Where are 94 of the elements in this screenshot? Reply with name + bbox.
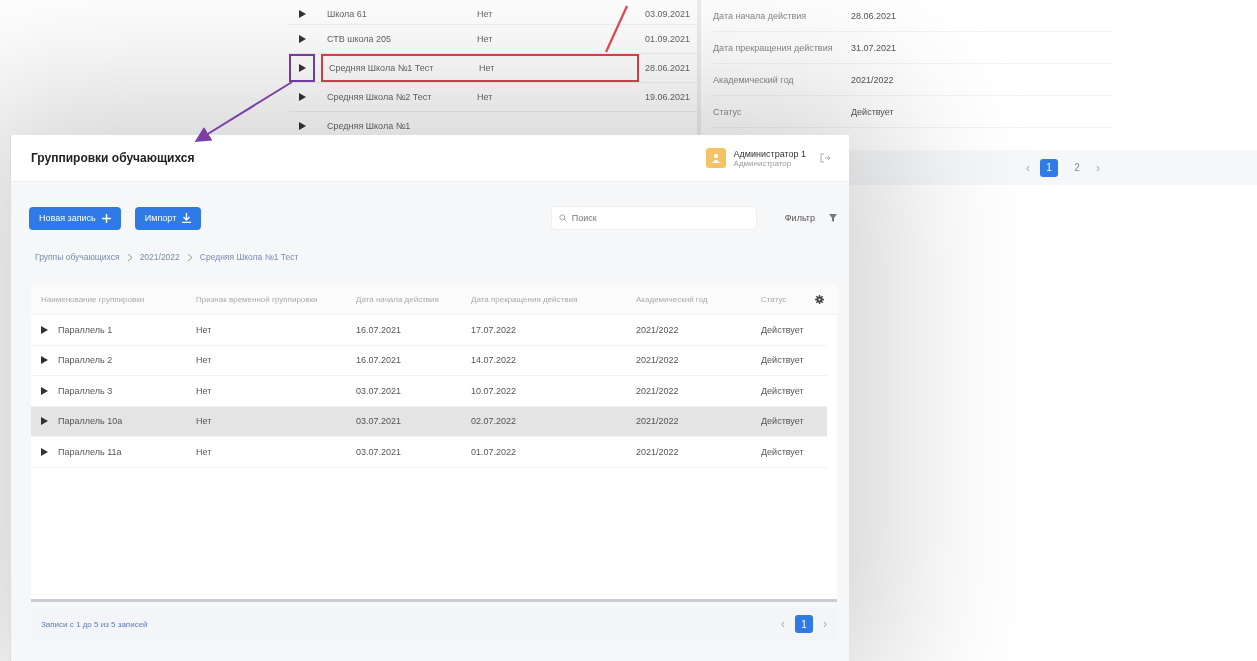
table-cell-text: Средняя Школа №2 Тест [327, 92, 433, 102]
record-count: Записи с 1 до 5 из 5 записей [41, 619, 148, 629]
search-field[interactable]: Поиск [550, 206, 757, 230]
field-value: Действует [851, 106, 895, 117]
download-icon [182, 213, 192, 223]
breadcrumb-separator-icon [187, 253, 192, 261]
table-cell-text: 2021/2022 [636, 416, 680, 427]
table-cell-text: 01.07.2022 [471, 446, 518, 457]
previous-page-button[interactable]: ‹ [781, 617, 785, 631]
next-page-button[interactable]: › [823, 617, 827, 631]
table-cell: Параллель 1 [58, 324, 113, 335]
horizontal-scrollbar[interactable] [31, 599, 837, 602]
table-cell-text: Нет [477, 9, 494, 19]
field-label: Дата начала действия [713, 10, 808, 21]
table-cell: Параллель 2 [58, 355, 113, 366]
next-page-button[interactable]: › [1096, 160, 1100, 175]
table-cell-text: Нет [477, 92, 494, 102]
field-label: Дата прекращения действия [713, 42, 834, 53]
filter-icon[interactable] [829, 214, 837, 222]
table-cell-text: 2021/2022 [636, 324, 680, 335]
expand-arrow-icon[interactable] [41, 386, 48, 395]
table-cell-text: Нет [196, 324, 213, 335]
expand-arrow-icon[interactable] [41, 417, 48, 426]
search-icon [558, 214, 567, 222]
column-header: Наименование группировки [41, 294, 146, 304]
column-header: Статус [761, 294, 788, 304]
table-cell: Параллель 10а [58, 416, 123, 427]
table-cell-text: 16.07.2021 [356, 355, 403, 366]
table-cell: Параллель 11а [58, 446, 122, 457]
column-header: Дата прекращения действия [471, 294, 579, 304]
page-button[interactable]: 1 [1040, 158, 1058, 177]
column-header: Признак временной группировки [196, 294, 319, 304]
table-cell-text: Средняя Школа №1 Тест [329, 63, 435, 73]
page-button[interactable]: 1 [795, 615, 813, 633]
table-cell-text: Средняя Школа №1 [327, 121, 412, 131]
expand-arrow-icon[interactable] [41, 447, 48, 456]
table-cell: Действует [761, 355, 805, 366]
table-cell-text: Нет [477, 34, 494, 44]
table-cell-text: 02.07.2022 [471, 416, 518, 427]
field-label: Статус [713, 106, 743, 117]
user-role: Администратор [733, 158, 792, 168]
table-cell: Параллель 3 [58, 385, 113, 396]
toolbar-button[interactable]: Импорт [134, 206, 202, 230]
table-cell-text: Нет [196, 355, 213, 366]
table-cell-text: СТВ школа 205 [327, 34, 393, 44]
table-cell-text: Нет [479, 63, 496, 73]
plus-icon [101, 213, 111, 223]
table-cell-text: 19.06.2021 [645, 92, 692, 102]
expand-arrow-icon[interactable] [298, 122, 306, 130]
breadcrumb-separator-icon [127, 253, 132, 261]
field-label: Академический год [713, 74, 795, 85]
table-cell-text: 14.07.2022 [471, 355, 518, 366]
table-cell-text: 2021/2022 [636, 446, 680, 457]
table-cell-text: 10.07.2022 [471, 385, 518, 396]
table-cell-text: 03.07.2021 [356, 416, 403, 427]
table-cell-text: 03.09.2021 [645, 9, 692, 19]
expand-arrow-icon[interactable] [298, 35, 306, 43]
field-value: 31.07.2021 [851, 42, 898, 53]
table-cell-text: 2021/2022 [636, 385, 680, 396]
table-cell-text: Школа 61 [327, 9, 368, 19]
breadcrumb-link[interactable]: Средняя Школа №1 Тест [199, 252, 299, 262]
table-cell-text: 03.07.2021 [356, 446, 403, 457]
filter-button[interactable]: Фильтр [784, 213, 815, 223]
expand-arrow-icon[interactable] [298, 64, 306, 72]
table-cell-text: 01.09.2021 [645, 34, 692, 44]
table-cell: Действует [761, 416, 805, 427]
table-cell-text: Нет [196, 446, 213, 457]
table-cell-text: 17.07.2022 [471, 324, 518, 335]
field-value: 2021/2022 [851, 74, 895, 85]
breadcrumb-link[interactable]: Группы обучающихся [35, 252, 120, 262]
table-cell-text: 16.07.2021 [356, 324, 403, 335]
toolbar-button[interactable]: Новая запись [29, 206, 121, 230]
previous-page-button[interactable]: ‹ [1026, 160, 1030, 175]
expand-arrow-icon[interactable] [41, 356, 48, 365]
table-cell-text: Нет [196, 416, 213, 427]
table-cell: Действует [761, 446, 805, 457]
table-cell-text: Нет [196, 385, 213, 396]
table-cell-text: 2021/2022 [636, 355, 680, 366]
page-button[interactable]: 2 [1068, 158, 1086, 177]
table-row[interactable]: Параллель 10а Нет 03.07.2021 02.07.2022 2021/2022 Действует [31, 406, 827, 437]
breadcrumb-link[interactable]: 2021/2022 [139, 252, 180, 262]
expand-arrow-icon[interactable] [41, 325, 48, 334]
table-cell: Действует [761, 324, 805, 335]
user-avatar-icon [705, 148, 726, 168]
field-value: 28.06.2021 [851, 10, 898, 21]
column-header: Академический год [636, 294, 709, 304]
table-cell-text: 28.06.2021 [645, 63, 692, 73]
column-header: Дата начала действия [356, 294, 440, 304]
table-cell-text: 03.07.2021 [356, 385, 403, 396]
expand-arrow-icon[interactable] [298, 10, 306, 18]
window-title: Группировки обучающихся [31, 151, 196, 165]
expand-arrow-icon[interactable] [298, 93, 306, 101]
table-cell: Действует [761, 385, 805, 396]
user-name: Администратор 1 [733, 148, 806, 159]
